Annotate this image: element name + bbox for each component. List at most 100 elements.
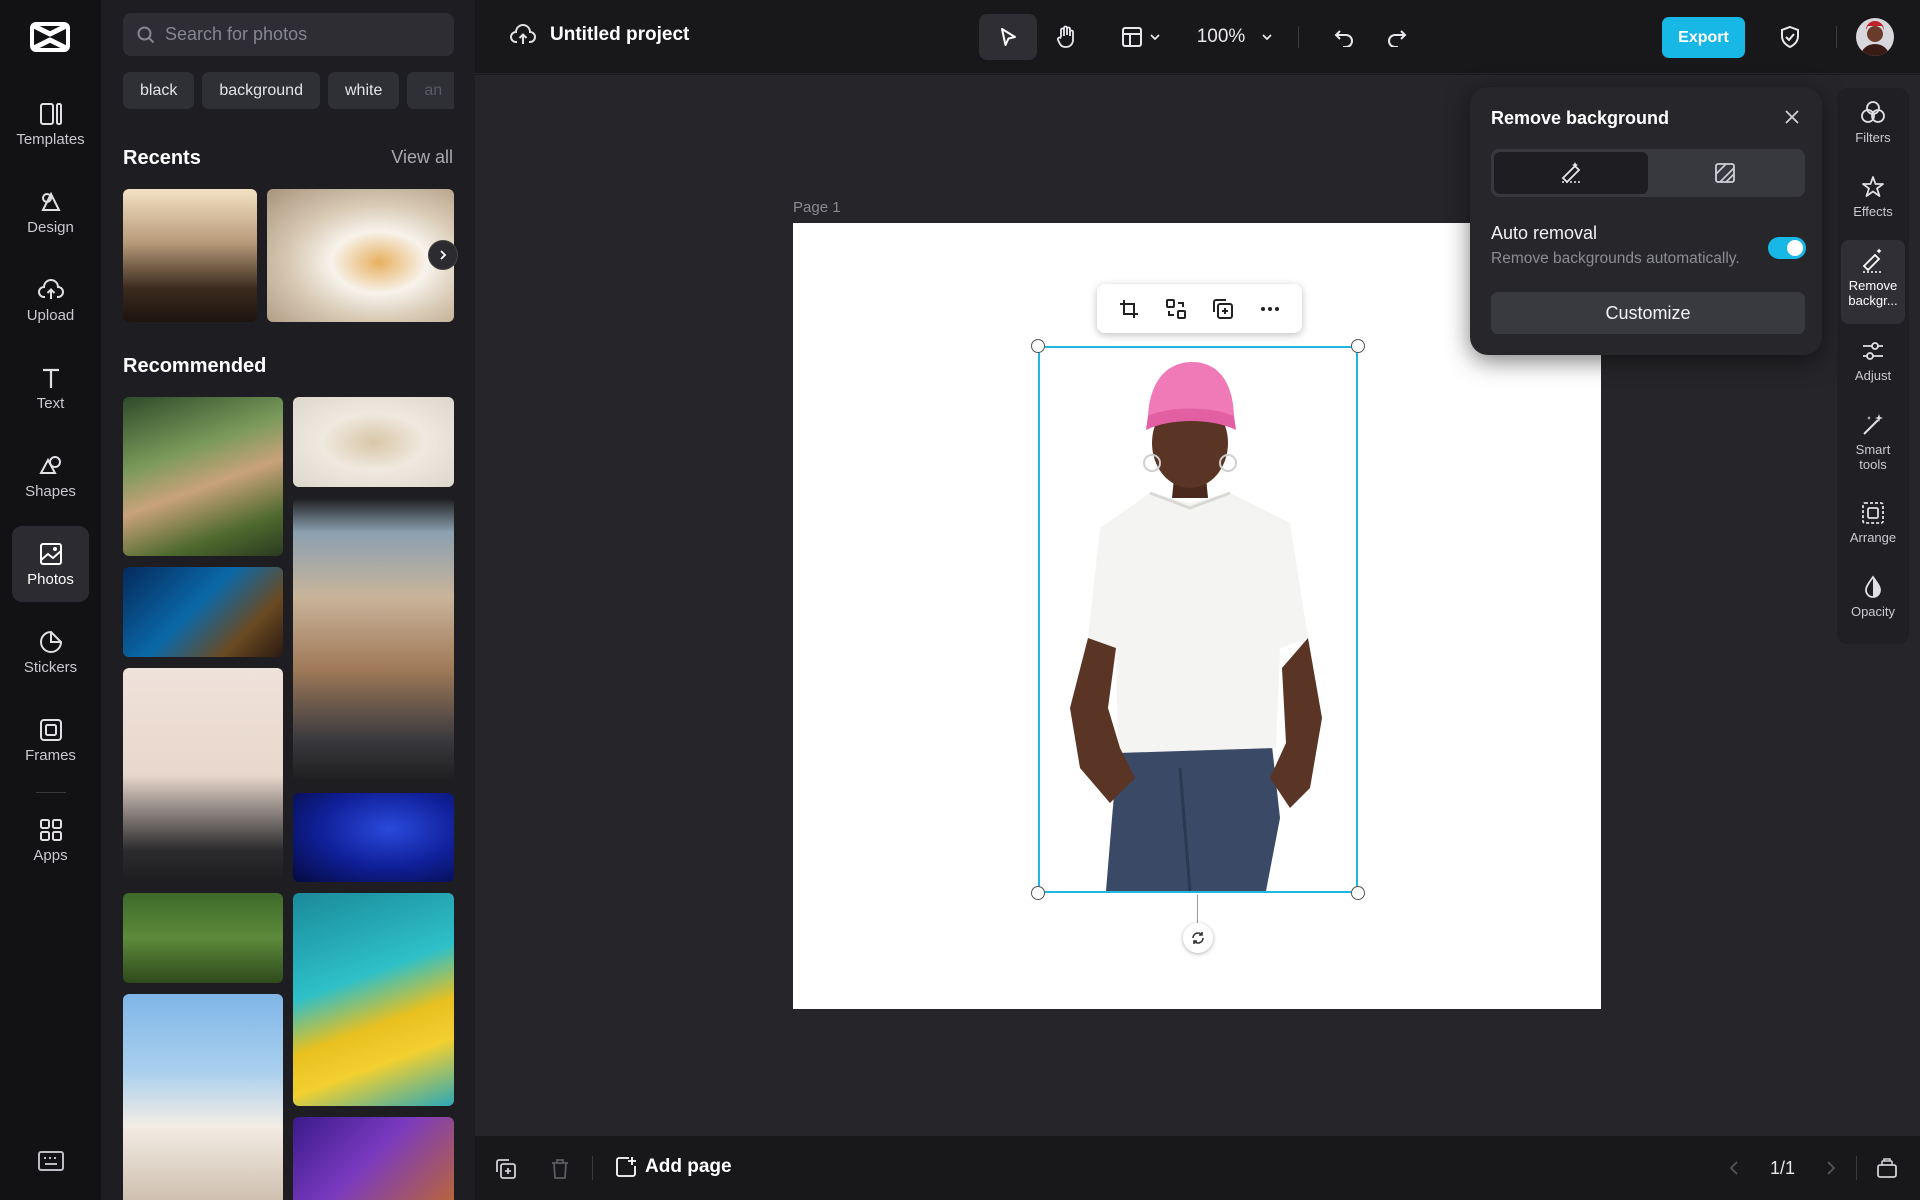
left-rail: Templates Design Upload Text Shapes Phot…	[0, 0, 101, 1200]
auto-mode-tab[interactable]	[1494, 152, 1648, 194]
panel-title: Remove background	[1491, 108, 1670, 128]
next-page-icon[interactable]	[1824, 1160, 1838, 1176]
remove-background-label: Remove backgr...	[1848, 278, 1898, 308]
rail-item-frames[interactable]: Frames	[12, 702, 89, 778]
tag-chip[interactable]: an	[407, 72, 454, 109]
adjust-icon	[1863, 342, 1883, 360]
resize-handle-bottom-right[interactable]	[1351, 886, 1365, 900]
effects-icon	[1862, 176, 1884, 197]
toolbar-divider	[1836, 26, 1837, 48]
tag-chip[interactable]: background	[202, 72, 320, 109]
arrange-label: Arrange	[1849, 530, 1897, 545]
shield-button[interactable]	[1771, 14, 1809, 60]
rotate-stem	[1197, 895, 1198, 923]
pages-panel-icon[interactable]	[1875, 1156, 1899, 1180]
redo-button[interactable]	[1378, 14, 1416, 60]
recent-photo[interactable]	[267, 189, 454, 322]
recommended-photo[interactable]	[293, 793, 454, 882]
add-page-icon	[616, 1157, 636, 1177]
smart-tools-button[interactable]: Smart tools	[1841, 404, 1905, 484]
templates-icon	[39, 102, 62, 125]
rail-divider	[36, 792, 66, 793]
zoom-dropdown[interactable]: 100%	[1191, 14, 1279, 60]
remove-background-button[interactable]: Remove backgr...	[1841, 240, 1905, 324]
recent-photo[interactable]	[123, 189, 257, 322]
element-floating-toolbar	[1097, 284, 1302, 333]
rail-item-templates[interactable]: Templates	[12, 86, 89, 162]
resize-handle-top-left[interactable]	[1031, 339, 1045, 353]
recommended-photo[interactable]	[123, 893, 283, 983]
rail-item-apps[interactable]: Apps	[12, 802, 89, 878]
opacity-button[interactable]: Opacity	[1841, 566, 1905, 634]
mode-segmented-control	[1491, 149, 1805, 197]
effects-label: Effects	[1853, 204, 1893, 219]
page-indicator: 1/1	[1770, 1158, 1796, 1178]
tag-chip[interactable]: black	[123, 72, 195, 109]
duplicate-icon[interactable]	[1212, 298, 1234, 320]
select-tool-button[interactable]	[979, 14, 1037, 60]
view-all-link[interactable]: View all	[391, 147, 453, 168]
layout-icon	[1122, 27, 1142, 47]
resize-handle-bottom-left[interactable]	[1031, 886, 1045, 900]
crop-icon[interactable]	[1118, 298, 1140, 320]
layout-dropdown[interactable]	[1115, 14, 1167, 60]
stickers-icon	[39, 630, 62, 653]
rail-label: Shapes	[25, 482, 76, 500]
more-icon[interactable]	[1259, 298, 1281, 320]
duplicate-page-icon[interactable]	[495, 1158, 517, 1180]
auto-removal-toggle[interactable]	[1768, 237, 1806, 259]
rotate-handle[interactable]	[1183, 923, 1213, 953]
recommended-photo[interactable]	[123, 397, 283, 556]
hand-tool-button[interactable]	[1043, 14, 1089, 60]
recommended-photo[interactable]	[293, 1117, 454, 1200]
rail-label: Stickers	[23, 658, 78, 676]
chevron-down-icon	[1262, 34, 1272, 41]
export-button[interactable]: Export	[1662, 17, 1745, 58]
recommended-photo[interactable]	[293, 893, 454, 1106]
recommended-photo[interactable]	[123, 668, 283, 882]
tag-chip[interactable]: white	[327, 72, 400, 109]
cloud-sync-icon[interactable]	[510, 24, 536, 46]
recents-next-button[interactable]	[428, 240, 458, 270]
smart-tools-label: Smart tools	[1855, 442, 1891, 472]
manual-mode-tab[interactable]	[1648, 152, 1802, 194]
close-button[interactable]	[1780, 105, 1804, 129]
rail-item-photos[interactable]: Photos	[12, 526, 89, 602]
arrange-icon	[1862, 502, 1884, 524]
recommended-photo[interactable]	[123, 567, 283, 657]
project-title[interactable]: Untitled project	[550, 24, 689, 46]
background-pattern-icon	[1715, 163, 1735, 183]
photos-icon	[39, 542, 62, 565]
prev-page-icon[interactable]	[1727, 1160, 1741, 1176]
recommended-photo[interactable]	[293, 397, 454, 487]
customize-button[interactable]: Customize	[1491, 292, 1805, 334]
recommended-photo[interactable]	[123, 994, 283, 1200]
keyboard-icon[interactable]	[37, 1148, 65, 1174]
resize-handle-top-right[interactable]	[1351, 339, 1365, 353]
trash-icon[interactable]	[549, 1158, 571, 1180]
search-box[interactable]	[123, 13, 454, 56]
filters-button[interactable]: Filters	[1841, 92, 1905, 160]
arrange-button[interactable]: Arrange	[1841, 492, 1905, 560]
capcut-logo[interactable]	[30, 20, 70, 54]
undo-button[interactable]	[1325, 14, 1363, 60]
rail-item-text[interactable]: Text	[12, 350, 89, 426]
user-avatar-image	[1856, 18, 1894, 56]
rail-label: Frames	[25, 746, 76, 764]
rail-item-design[interactable]: Design	[12, 174, 89, 250]
adjust-button[interactable]: Adjust	[1841, 330, 1905, 398]
effects-button[interactable]: Effects	[1841, 166, 1905, 234]
add-page-button[interactable]: Add page	[615, 1156, 732, 1178]
zoom-level: 100%	[1196, 26, 1246, 47]
rail-item-shapes[interactable]: Shapes	[12, 438, 89, 514]
recommended-photo[interactable]	[293, 498, 454, 782]
upload-icon	[37, 278, 64, 299]
search-input[interactable]	[165, 24, 445, 45]
frames-icon	[39, 718, 62, 741]
rail-item-stickers[interactable]: Stickers	[12, 614, 89, 690]
rail-label: Photos	[27, 570, 74, 588]
rail-item-upload[interactable]: Upload	[12, 262, 89, 338]
magic-eraser-icon	[1561, 162, 1581, 184]
replace-icon[interactable]	[1165, 298, 1187, 320]
avatar[interactable]	[1856, 18, 1894, 56]
